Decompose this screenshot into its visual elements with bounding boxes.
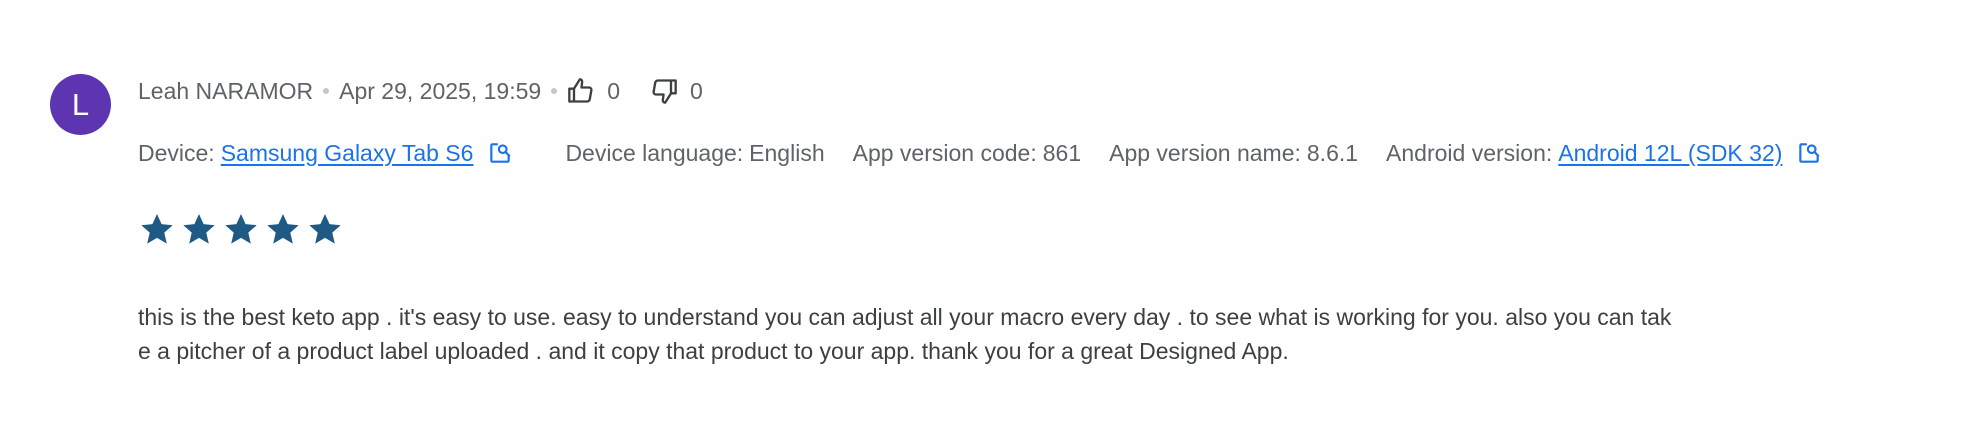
thumbs-down-count: 0 (689, 77, 703, 104)
thumbs-up-button[interactable]: 0 (567, 77, 620, 105)
device-language-value: English (749, 139, 825, 166)
thumb-down-icon (650, 77, 678, 105)
avatar: L (50, 74, 111, 135)
star-icon (138, 210, 176, 248)
app-version-name-label: App version name: (1109, 139, 1301, 166)
star-icon (222, 210, 260, 248)
separator-dot (551, 88, 558, 94)
open-in-new-icon[interactable] (487, 140, 513, 166)
thumbs-up-count: 0 (607, 77, 620, 104)
device-label: Device: (138, 139, 215, 166)
open-in-new-icon[interactable] (1796, 140, 1822, 166)
app-version-code-label: App version code: (852, 139, 1037, 166)
avatar-letter: L (71, 86, 90, 122)
device-info-row: Device: Samsung Galaxy Tab S6 Device lan… (138, 136, 1822, 170)
star-icon (180, 210, 218, 248)
star-rating (138, 210, 344, 248)
author-name: Leah NARAMOR (138, 77, 314, 104)
star-icon (264, 210, 302, 248)
review-header: Leah NARAMOR Apr 29, 2025, 19:59 0 0 (138, 74, 703, 108)
separator-dot (323, 88, 330, 94)
review-card: L Leah NARAMOR Apr 29, 2025, 19:59 0 0 D… (0, 0, 1966, 428)
android-version-label: Android version: (1386, 139, 1553, 166)
android-version-link[interactable]: Android 12L (SDK 32) (1558, 140, 1782, 167)
review-text: this is the best keto app . it's easy to… (138, 304, 1672, 364)
star-icon (306, 210, 344, 248)
device-link[interactable]: Samsung Galaxy Tab S6 (221, 140, 474, 167)
device-language-label: Device language: (565, 139, 744, 166)
review-date: Apr 29, 2025, 19:59 (339, 77, 542, 104)
thumb-up-icon (567, 77, 595, 105)
app-version-code-value: 861 (1042, 139, 1082, 166)
app-version-name-value: 8.6.1 (1306, 139, 1359, 166)
thumbs-down-button[interactable]: 0 (650, 77, 703, 105)
